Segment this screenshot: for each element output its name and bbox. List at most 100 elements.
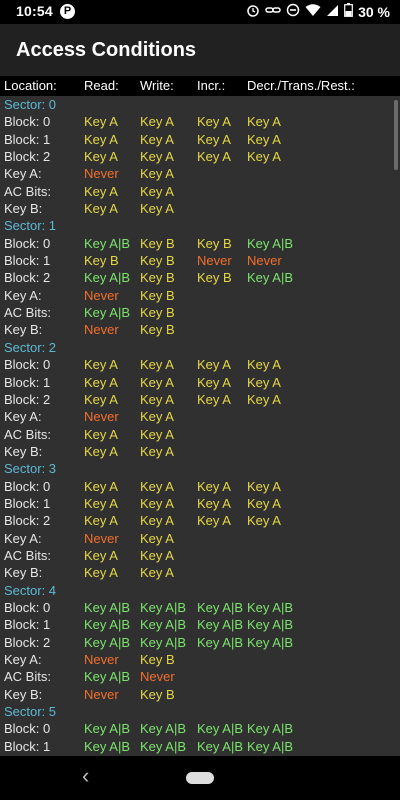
decr-cell: Key A|B [247,235,294,251]
write-cell: Key A [140,443,174,459]
incr-cell: Key A|B [197,599,244,615]
table-row: Key B: Never Key B [0,321,400,338]
write-cell: Key A [140,166,174,182]
row-location: AC Bits: [4,547,51,563]
home-pill-icon[interactable] [186,772,214,784]
table-row: AC Bits: Key A|B Key B [0,304,400,321]
write-cell: Key B [140,287,175,303]
read-cell: Key A [84,426,118,442]
table-row: Block: 2 Key A|B Key A|B Key A|B Key A|B [0,634,400,651]
row-location: AC Bits: [4,426,51,442]
table-row: Key A: Never Key A [0,165,400,182]
incr-cell: Key A [197,391,231,407]
app-notification-icon: P [60,4,75,19]
row-location: Block: 1 [4,495,51,511]
header-write: Write: [140,78,174,93]
write-cell: Key B [140,235,175,251]
table-row: Block: 2 Key A|B Key B Key B Key A|B [0,269,400,286]
decr-cell: Key A [247,149,281,165]
row-location: Block: 0 [4,478,51,494]
write-cell: Key A|B [140,738,187,754]
write-cell: Key A [140,565,174,581]
write-cell: Key A [140,530,174,546]
alarm-icon [246,3,260,21]
row-location: Key B: [4,443,43,459]
table-row: Block: 0 Key A|B Key A|B Key A|B Key A|B [0,720,400,737]
write-cell: Key A|B [140,617,187,633]
battery-icon [344,3,353,21]
back-icon[interactable]: ‹ [82,765,89,787]
decr-cell: Key A [247,513,281,529]
header-decr: Decr./Trans./Rest.: [247,78,355,93]
table-row: Key A: Never Key A [0,530,400,547]
read-cell: Key A [84,357,118,373]
table-row: Block: 1 Key A Key A Key A Key A [0,131,400,148]
write-cell: Key A [140,131,174,147]
row-location: Block: 1 [4,374,51,390]
table-row: Key B: Key A Key A [0,564,400,581]
write-cell: Key A [140,409,174,425]
read-cell: Key A|B [84,305,131,321]
read-cell: Key A [84,513,118,529]
decr-cell: Key A|B [247,617,294,633]
decr-cell: Key A [247,495,281,511]
table-row: Block: 0 Key A Key A Key A Key A [0,478,400,495]
row-location: Key B: [4,201,43,217]
header-read: Read: [84,78,119,93]
table-row: Block: 1 Key A Key A Key A Key A [0,495,400,512]
row-location: Key A: [4,287,42,303]
scrollbar[interactable] [394,100,398,170]
row-location: Block: 0 [4,114,51,130]
read-cell: Key A|B [84,669,131,685]
row-location: Block: 0 [4,357,51,373]
incr-cell: Never [197,253,232,269]
read-cell: Never [84,287,119,303]
status-time: 10:54 [16,3,53,19]
page-title: Access Conditions [16,39,197,61]
incr-cell: Key B [197,270,232,286]
read-cell: Never [84,652,119,667]
read-cell: Never [84,409,119,425]
write-cell: Key A|B [140,721,187,737]
sector-header: Sector: 2 [4,339,57,355]
access-conditions-list[interactable]: Sector: 0 Block: 0 Key A Key A Key A Key A Blo… [0,96,400,756]
write-cell: Key B [140,253,175,269]
decr-cell: Key A [247,114,281,130]
write-cell: Key A [140,201,174,217]
row-location: Block: 1 [4,131,51,147]
sector-header: Sector: 4 [4,582,57,598]
incr-cell: Key A [197,357,231,373]
incr-cell: Key B [197,235,232,251]
read-cell: Key A [84,131,118,147]
table-row: Key A: Never Key A [0,408,400,425]
write-cell: Key B [140,305,175,321]
decr-cell: Key A|B [247,599,294,615]
table-header: Location: Read: Write: Incr.: Decr./Tran… [0,76,400,96]
write-cell: Key A|B [140,634,187,650]
header-incr: Incr.: [197,78,226,93]
write-cell: Never [140,669,175,685]
write-cell: Key A [140,391,174,407]
read-cell: Never [84,686,119,702]
decr-cell: Key A|B [247,270,294,286]
read-cell: Never [84,166,119,182]
decr-cell: Key A [247,391,281,407]
table-row: Block: 0 Key A Key A Key A Key A [0,356,400,373]
table-row: Key B: Key A Key A [0,200,400,217]
read-cell: Key A|B [84,235,131,251]
decr-cell: Key A [247,374,281,390]
write-cell: Key A [140,478,174,494]
incr-cell: Key A|B [197,634,244,650]
navigation-bar: ‹ [0,756,400,800]
table-row: Key B: Never Key B [0,686,400,703]
row-location: Block: 1 [4,253,51,269]
decr-cell: Never [247,253,282,269]
incr-cell: Key A [197,513,231,529]
read-cell: Key A [84,478,118,494]
status-bar: 10:54 P 30 % [0,0,400,24]
decr-cell: Key A [247,478,281,494]
incr-cell: Key A|B [197,738,244,754]
sector-header: Sector: 0 [4,97,57,112]
incr-cell: Key A|B [197,617,244,633]
decr-cell: Key A|B [247,634,294,650]
